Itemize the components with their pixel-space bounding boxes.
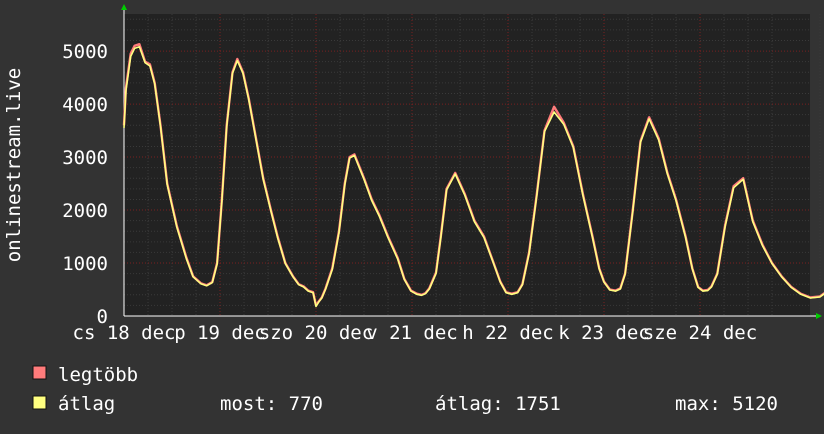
stat-max: max: 5120 [675, 393, 778, 415]
chart-root: 0 1000 2000 3000 4000 5000 cs 18 dec p 19 dec sz… [0, 0, 824, 430]
x-tick-label: v 21 dec [366, 322, 458, 344]
y-tick-label: 5000 [62, 41, 108, 63]
plot-area [124, 14, 810, 316]
y-tick-label: 3000 [62, 147, 108, 169]
stat-average: átlag: 1751 [435, 393, 561, 415]
chart-svg: 010002000300040005000cs 18 decp 19 decsz… [3, 4, 824, 415]
legend-swatch-max [32, 365, 47, 380]
statistics: most: 770 átlag: 1751 max: 5120 [220, 393, 778, 415]
legend-item-max: legtöbb [32, 364, 138, 386]
x-tick-label: szo 20 dec [259, 322, 373, 344]
y-axis-arrow [121, 4, 127, 10]
legend-swatch-avg [32, 395, 47, 410]
x-axis-arrow [816, 313, 822, 319]
x-tick-label: sze 24 dec [643, 322, 757, 344]
legend-label-max: legtöbb [58, 364, 138, 386]
x-tick-label: h 22 dec [462, 322, 554, 344]
legend-item-avg: átlag [32, 393, 115, 415]
y-tick-label: 1000 [62, 253, 108, 275]
y-axis-label: onlinestream.live [3, 68, 25, 262]
legend: legtöbb átlag [32, 364, 138, 415]
y-tick-label: 4000 [62, 94, 108, 116]
x-tick-label: p 19 dec [174, 322, 266, 344]
y-tick-label: 2000 [62, 200, 108, 222]
legend-label-avg: átlag [58, 393, 115, 415]
x-tick-label: cs 18 dec [73, 322, 176, 344]
stat-now: most: 770 [220, 393, 323, 415]
x-tick-label: k 23 dec [558, 322, 650, 344]
